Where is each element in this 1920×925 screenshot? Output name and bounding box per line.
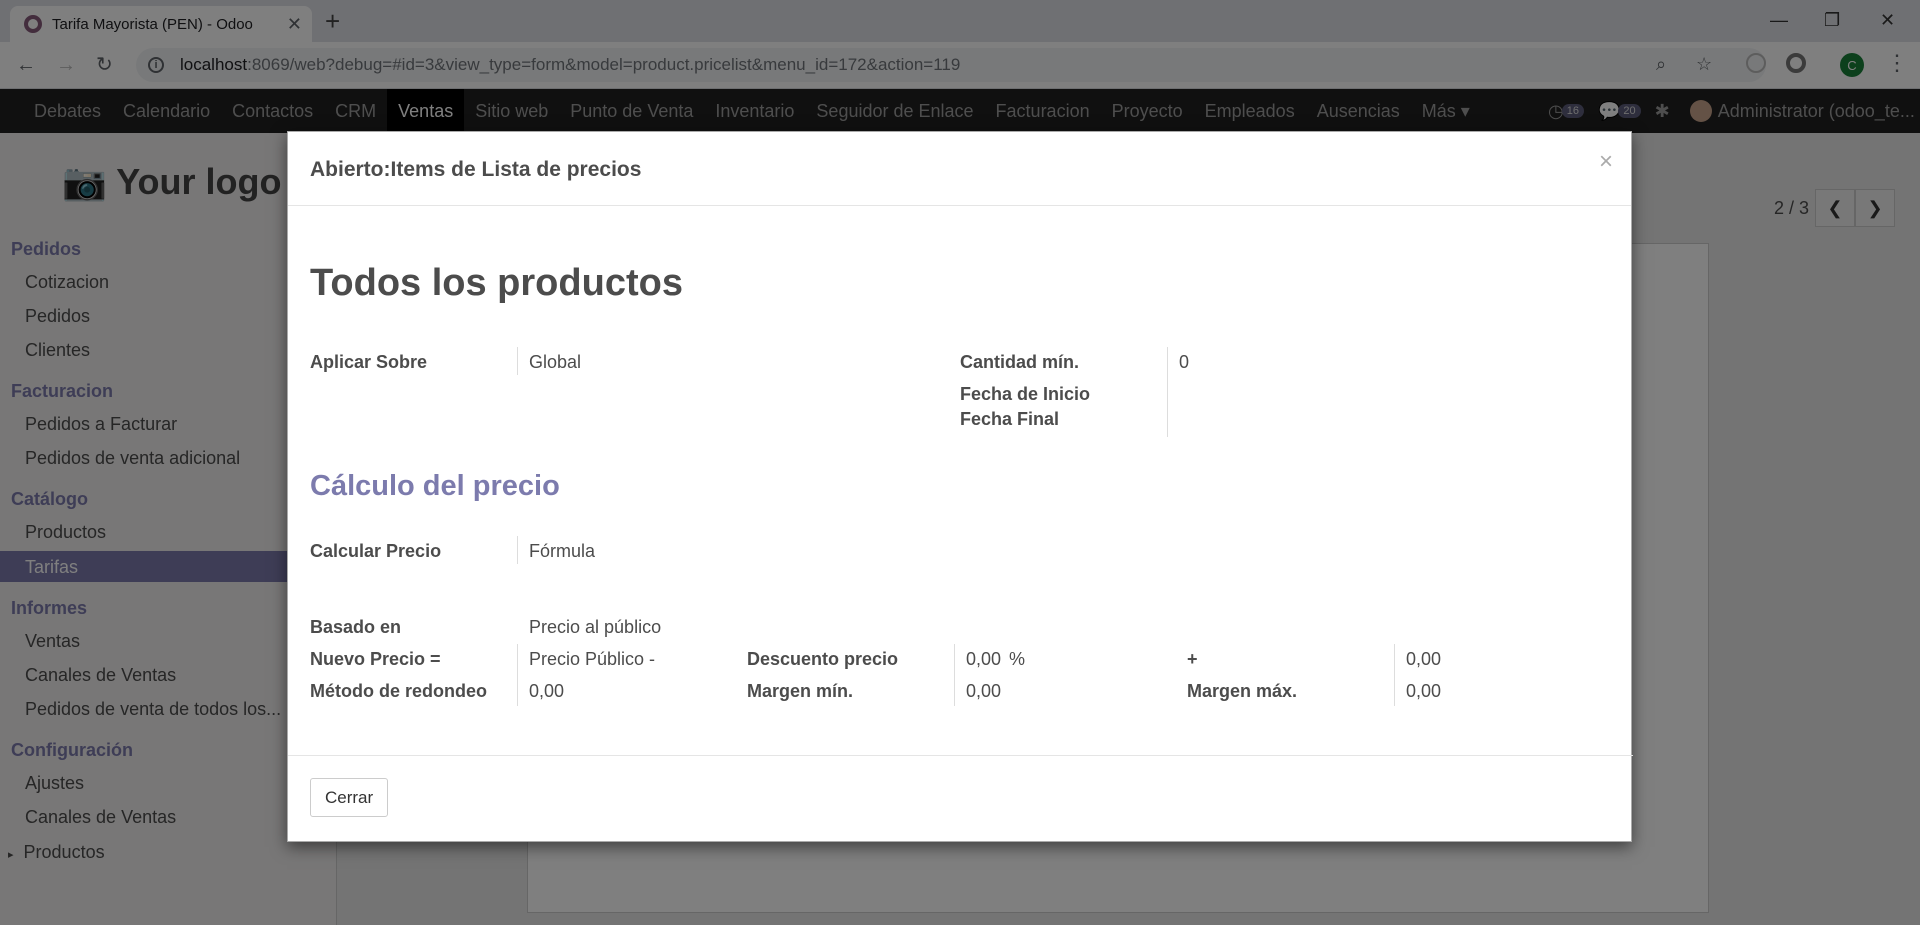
descuento-unit: % <box>1009 649 1026 669</box>
field-divider <box>1167 347 1168 437</box>
field-divider <box>517 347 518 375</box>
margen-max-label: Margen máx. <box>1187 681 1298 701</box>
calcular-precio-label: Calcular Precio <box>310 541 442 561</box>
pricelist-item-dialog: Abierto:Items de Lista de precios × Todo… <box>287 131 1633 843</box>
descuento-precio-value[interactable]: 0,00 <box>966 649 1001 670</box>
dialog-footer: Cerrar <box>288 755 1633 843</box>
field-divider <box>1394 644 1395 706</box>
aplicar-sobre-label: Aplicar Sobre <box>310 352 428 372</box>
price-surcharge-value[interactable]: 0,00 <box>1406 649 1441 670</box>
descuento-precio-label: Descuento precio <box>747 649 899 669</box>
aplicar-sobre-value[interactable]: Global <box>529 352 581 373</box>
cantidad-min-value[interactable]: 0 <box>1179 352 1189 373</box>
margen-max-value[interactable]: 0,00 <box>1406 681 1441 702</box>
dialog-title: Abierto:Items de Lista de precios <box>310 158 642 181</box>
fecha-final-label: Fecha Final <box>960 409 1060 429</box>
cerrar-button[interactable]: Cerrar <box>310 778 389 817</box>
cantidad-min-label: Cantidad mín. <box>960 352 1080 372</box>
fecha-inicio-label: Fecha de Inicio <box>960 384 1091 404</box>
nuevo-precio-value: Precio Público - <box>529 649 656 669</box>
plus-label: + <box>1187 649 1198 669</box>
field-divider <box>954 644 955 706</box>
margen-min-label: Margen mín. <box>747 681 854 701</box>
dialog-close-icon[interactable]: × <box>1599 148 1613 176</box>
section-calculo-precio: Cálculo del precio <box>310 470 560 502</box>
metodo-redondeo-label: Método de redondeo <box>310 681 487 701</box>
dialog-header: Abierto:Items de Lista de precios × <box>288 132 1631 206</box>
margen-min-value[interactable]: 0,00 <box>966 681 1001 702</box>
field-divider <box>517 536 518 564</box>
record-name: Todos los productos <box>310 262 683 304</box>
calcular-precio-value[interactable]: Fórmula <box>529 541 595 562</box>
metodo-redondeo-value[interactable]: 0,00 <box>529 681 564 702</box>
field-divider <box>517 644 518 706</box>
basado-en-value[interactable]: Precio al público <box>529 617 661 638</box>
dialog-body: Todos los productos Aplicar Sobre Global… <box>288 206 1631 751</box>
nuevo-precio-label: Nuevo Precio = <box>310 649 441 669</box>
basado-en-label: Basado en <box>310 617 402 637</box>
